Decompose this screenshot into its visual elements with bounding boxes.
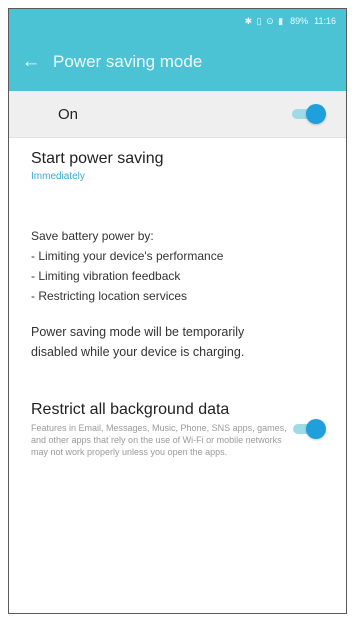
status-time: 11:16 — [314, 16, 336, 26]
charging-note: Power saving mode will be temporarily di… — [31, 322, 326, 362]
status-bar: ✱ ▯ ⊙ ▮ 89% 11:16 — [9, 9, 346, 33]
savings-description: Save battery power by: - Limiting your d… — [31, 226, 326, 306]
app-bar: ← Power saving mode — [9, 33, 346, 91]
restrict-background-text: Restrict all background data Features in… — [31, 400, 293, 458]
arrow-left-icon: ← — [21, 51, 41, 72]
master-toggle[interactable] — [292, 104, 326, 124]
charging-note-line: Power saving mode will be temporarily — [31, 325, 245, 339]
charging-note-line: disabled while your device is charging. — [31, 345, 245, 359]
description-line: - Limiting your device's performance — [31, 249, 224, 263]
page-title: Power saving mode — [53, 52, 203, 71]
restrict-background-toggle[interactable] — [293, 419, 326, 439]
toggle-thumb — [306, 419, 326, 439]
start-power-saving-title: Start power saving — [31, 150, 164, 167]
description-line: - Limiting vibration feedback — [31, 269, 181, 283]
phone-screen: ✱ ▯ ⊙ ▮ 89% 11:16 ← Power saving mode On… — [8, 8, 347, 614]
restrict-background-title: Restrict all background data — [31, 401, 230, 418]
description-line: - Restricting location services — [31, 289, 188, 303]
restrict-background-row[interactable]: Restrict all background data Features in… — [31, 400, 326, 458]
start-power-saving-value: Immediately — [31, 171, 85, 182]
toggle-thumb — [306, 104, 326, 124]
status-icons: ✱ ▯ ⊙ ▮ — [244, 15, 285, 26]
battery-percent: 89% — [290, 16, 309, 26]
restrict-background-description: Features in Email, Messages, Music, Phon… — [31, 423, 287, 457]
master-switch-label: On — [58, 105, 79, 123]
master-switch-row[interactable]: On — [9, 91, 346, 138]
back-button[interactable]: ← — [9, 33, 53, 91]
start-power-saving-item[interactable]: Start power saving Immediately — [31, 149, 326, 182]
description-line: Save battery power by: — [31, 229, 154, 243]
